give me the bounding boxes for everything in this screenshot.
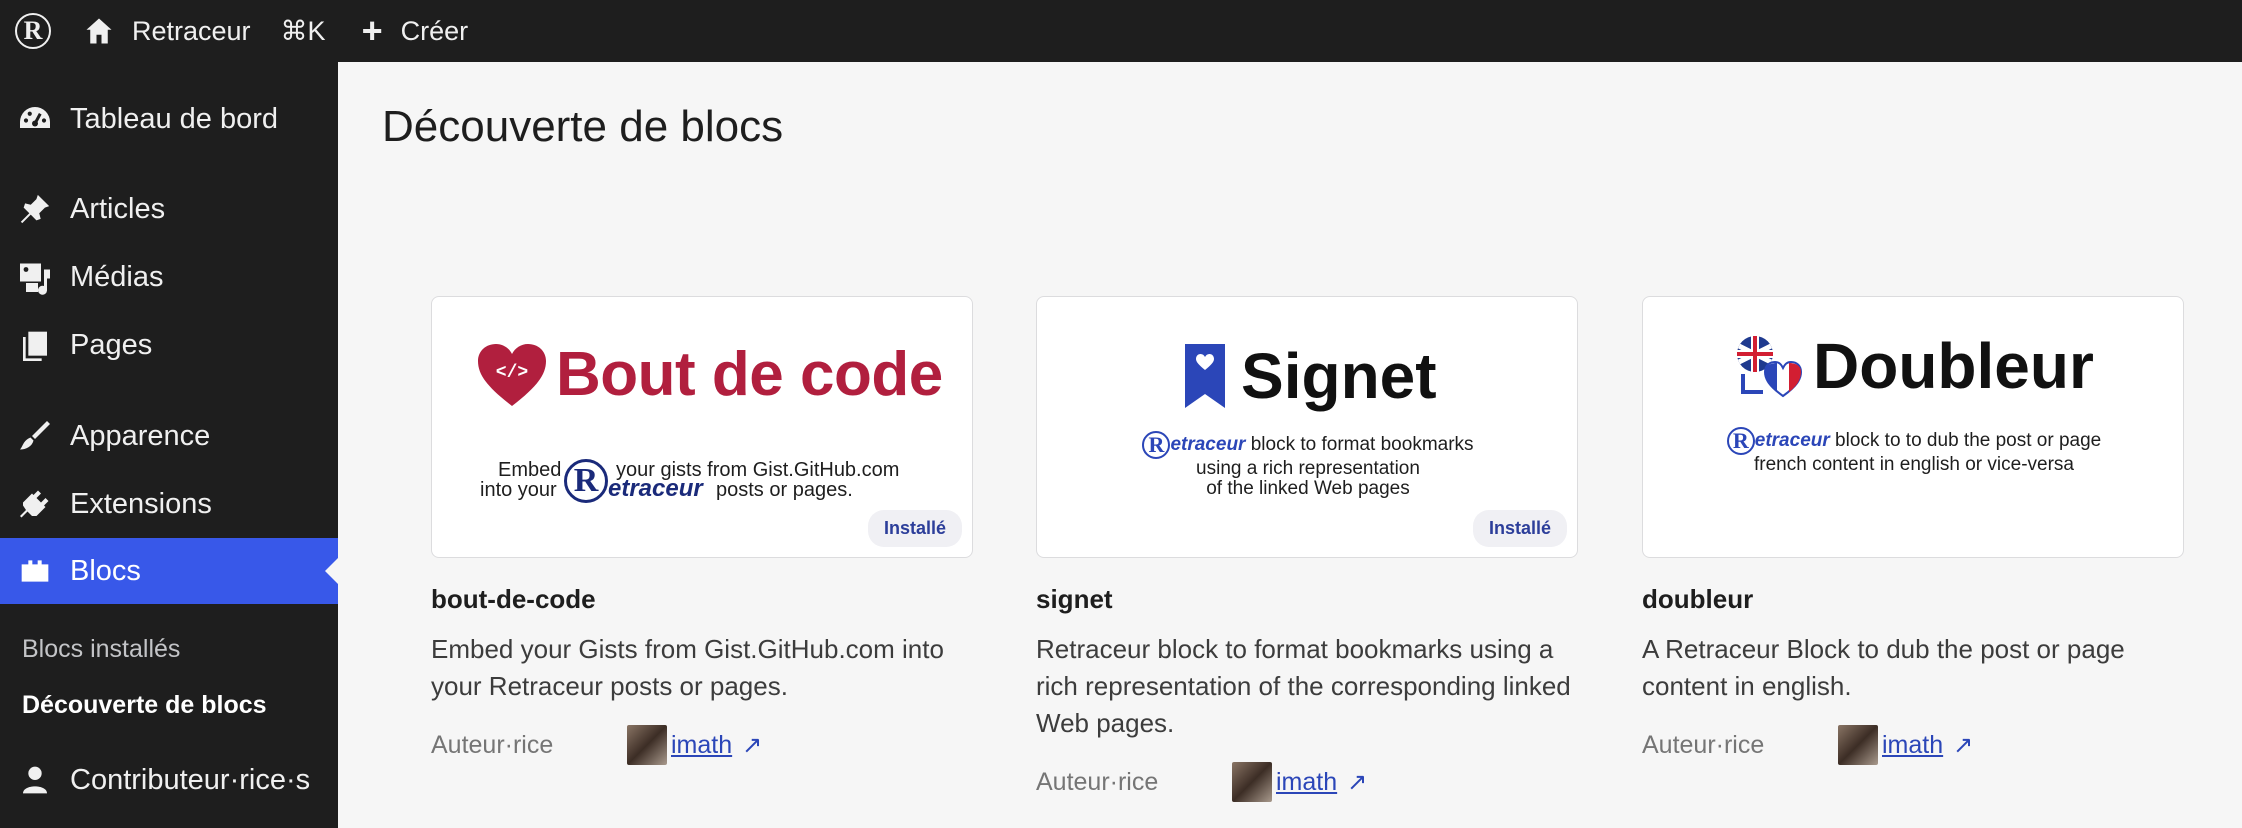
- block-description: Retraceur block to format bookmarks usin…: [1036, 634, 1571, 738]
- author-row: Auteur·rice imath ↗: [431, 725, 973, 765]
- banner-text: Retraceur block to format bookmarks usin…: [1037, 431, 1577, 499]
- banner-text: posts or pages.: [716, 479, 853, 501]
- banner-brand: etraceur: [608, 475, 703, 502]
- command-palette-button[interactable]: ⌘K: [281, 0, 326, 62]
- block-slug: bout-de-code: [431, 584, 596, 614]
- sidebar-item-label: Tableau de bord: [70, 102, 278, 135]
- external-link-icon: ↗: [1953, 731, 1974, 759]
- author-row: Auteur·rice imath ↗: [1036, 762, 1578, 802]
- code-heart-icon: </>: [478, 343, 546, 406]
- submenu-decouverte-de-blocs[interactable]: Découverte de blocs: [22, 691, 267, 720]
- external-link-icon: ↗: [742, 731, 763, 759]
- installed-badge: Installé: [1472, 510, 1567, 547]
- avatar: [627, 725, 667, 765]
- block-slug: doubleur: [1642, 584, 1754, 614]
- sidebar-item-apparence[interactable]: Apparence: [0, 403, 338, 469]
- retraceur-logo-icon: R: [1142, 431, 1171, 459]
- banner-text: into your: [480, 479, 557, 501]
- submenu-blocs-installes[interactable]: Blocs installés: [22, 635, 180, 664]
- home-icon: [86, 18, 112, 44]
- block-card-doubleur: Doubleur Retraceur block to to dub the p…: [1642, 296, 2184, 765]
- banner-title: Bout de code: [556, 340, 943, 409]
- avatar: [1838, 725, 1878, 765]
- signet-logo: Signet: [1185, 339, 1437, 413]
- sidebar-item-label: Blocs: [70, 554, 141, 587]
- author-label: Auteur·rice: [1642, 730, 1765, 759]
- block-banner[interactable]: </> Bout de code Embed your gists from G…: [431, 296, 973, 558]
- create-button[interactable]: + Créer: [362, 0, 469, 62]
- bout-de-code-logo: </> Bout de code: [476, 339, 943, 410]
- retraceur-logo-icon: R: [564, 459, 608, 503]
- retraceur-logo-icon: R: [1726, 427, 1755, 455]
- main-content: Découverte de blocs </> Bout de code Emb…: [338, 62, 2242, 828]
- plus-icon: +: [361, 10, 383, 51]
- banner-text: Retraceur block to to dub the post or pa…: [1643, 427, 2183, 475]
- blocks-icon: [0, 555, 70, 587]
- block-banner[interactable]: Doubleur Retraceur block to to dub the p…: [1642, 296, 2184, 558]
- banner-title: Doubleur: [1813, 330, 2094, 402]
- avatar: [1232, 762, 1272, 802]
- page-title: Découverte de blocs: [382, 102, 784, 151]
- plug-icon: [0, 486, 70, 522]
- block-slug: signet: [1036, 584, 1113, 614]
- sidebar-item-label: Pages: [70, 328, 153, 361]
- block-description: Embed your Gists from Gist.GitHub.com in…: [431, 634, 944, 701]
- sidebar-item-label: Médias: [70, 260, 164, 293]
- sidebar-item-articles[interactable]: Articles: [0, 176, 338, 242]
- flags-icon: [1737, 336, 1803, 398]
- author-label: Auteur·rice: [1036, 767, 1159, 796]
- block-description: A Retraceur Block to dub the post or pag…: [1642, 634, 2125, 701]
- svg-text:</>: </>: [496, 363, 528, 383]
- sidebar-item-medias[interactable]: Médias: [0, 244, 338, 310]
- sidebar-item-label: Articles: [70, 192, 166, 225]
- sidebar-item-extensions[interactable]: Extensions: [0, 471, 338, 537]
- pages-icon: [0, 329, 70, 361]
- media-icon: [0, 259, 70, 295]
- block-card-bout-de-code: </> Bout de code Embed your gists from G…: [431, 296, 973, 765]
- admin-bar: R Retraceur ⌘K + Créer: [0, 0, 2242, 62]
- user-icon: [0, 764, 70, 796]
- author-label: Auteur·rice: [431, 730, 554, 759]
- sidebar-item-label: Contributeur·rice·s: [70, 763, 311, 796]
- sidebar-item-blocs[interactable]: Blocs: [0, 538, 338, 604]
- admin-sidebar: Tableau de bord Articles Médias Pages Ap…: [0, 62, 338, 828]
- brush-icon: [0, 418, 70, 454]
- retraceur-logo-icon: R: [15, 13, 51, 49]
- site-logo[interactable]: R: [0, 0, 62, 62]
- bookmark-icon: [1185, 344, 1225, 408]
- doubleur-logo: Doubleur: [1735, 329, 2094, 403]
- banner-title: Signet: [1241, 340, 1437, 412]
- external-link-icon: ↗: [1347, 768, 1368, 796]
- sidebar-item-pages[interactable]: Pages: [0, 312, 338, 378]
- site-home-link[interactable]: Retraceur: [84, 0, 251, 62]
- pin-icon: [0, 192, 70, 226]
- sidebar-item-dashboard[interactable]: Tableau de bord: [0, 86, 338, 152]
- sidebar-item-label: Apparence: [70, 419, 211, 452]
- block-card-signet: Signet Retraceur block to format bookmar…: [1036, 296, 1578, 802]
- author-link[interactable]: imath: [671, 731, 732, 760]
- site-name: Retraceur: [132, 15, 251, 46]
- block-banner[interactable]: Signet Retraceur block to format bookmar…: [1036, 296, 1578, 558]
- author-link[interactable]: imath: [1882, 731, 1943, 760]
- dashboard-icon: [0, 101, 70, 137]
- author-link[interactable]: imath: [1276, 768, 1337, 797]
- sidebar-item-label: Extensions: [70, 487, 212, 520]
- create-label: Créer: [400, 15, 469, 46]
- sidebar-item-contributeurs[interactable]: Contributeur·rice·s: [0, 747, 338, 813]
- installed-badge: Installé: [867, 510, 962, 547]
- author-row: Auteur·rice imath ↗: [1642, 725, 2184, 765]
